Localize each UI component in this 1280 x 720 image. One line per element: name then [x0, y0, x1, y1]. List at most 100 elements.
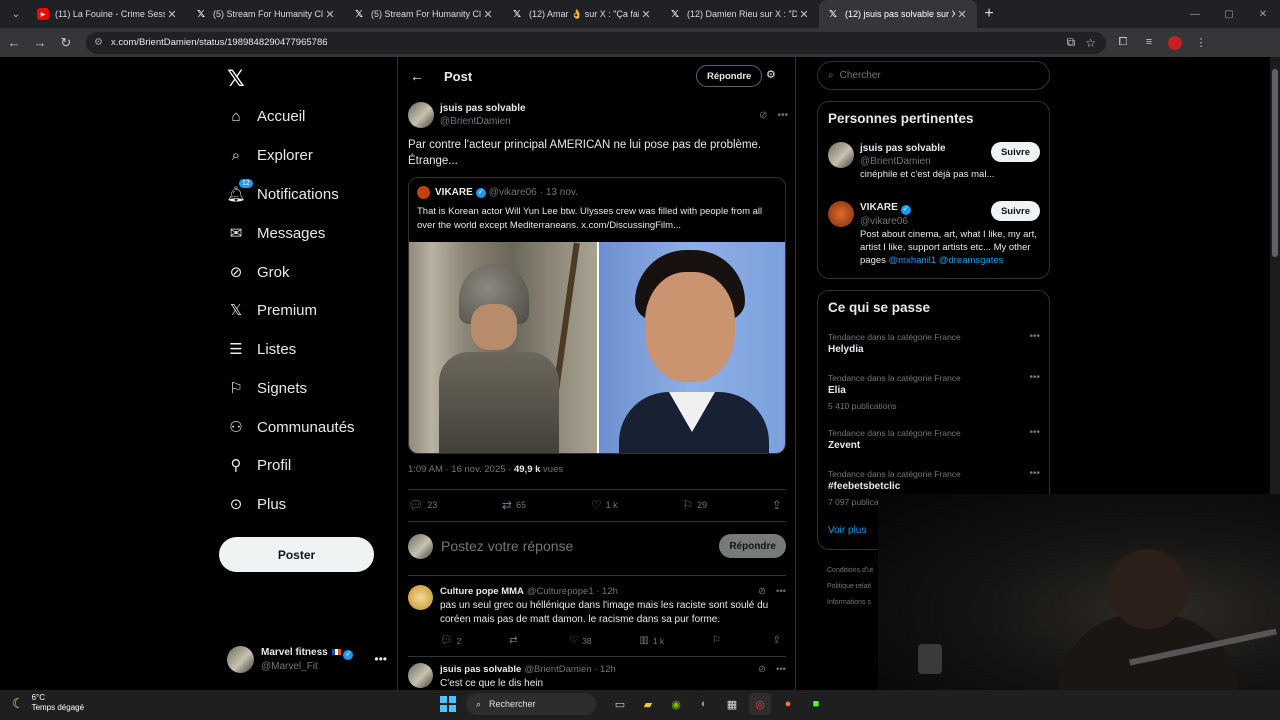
chrome-icon[interactable]: ◎	[749, 693, 771, 715]
more-icon[interactable]: •••	[777, 110, 788, 121]
task-view-icon[interactable]: ▭	[609, 693, 631, 715]
bookmark-action[interactable]: ⚐ 29	[682, 498, 707, 512]
nav-item-home[interactable]: ⌂ Accueil	[227, 103, 305, 129]
nav-item-explore[interactable]: ⌕ Explorer	[227, 142, 313, 168]
avatar[interactable]	[408, 102, 434, 128]
browser-tab[interactable]: 𝕏 (5) Stream For Humanity Clips s ✕	[345, 0, 503, 28]
person-handle[interactable]: @vikare06	[860, 215, 911, 228]
grok-icon[interactable]: ⊘	[758, 663, 766, 676]
nav-item-grok[interactable]: ⊘ Grok	[227, 259, 290, 285]
more-icon[interactable]: •••	[1029, 372, 1040, 383]
nav-item-profile[interactable]: ⚲ Profil	[227, 452, 292, 478]
relevant-person[interactable]: VIKARE ✓ @vikare06 Suivre Post about cin…	[828, 201, 1040, 267]
reply-action[interactable]: 💬︎ 23	[408, 498, 437, 512]
edge-icon[interactable]: ◐	[693, 693, 715, 715]
tab-close-icon[interactable]: ✕	[323, 8, 337, 21]
person-name[interactable]: VIKARE	[860, 202, 898, 213]
repost-action[interactable]: ⇄	[509, 635, 521, 646]
x-logo-icon[interactable]: 𝕏	[227, 66, 245, 92]
browser-tab[interactable]: 𝕏 (12) Damien Rieu sur X : "Dé-as ✕	[661, 0, 819, 28]
follow-button[interactable]: Suivre	[990, 201, 1040, 221]
footer-link[interactable]: Politique relati	[827, 579, 873, 595]
soldier-photo[interactable]	[409, 242, 597, 453]
avatar[interactable]	[828, 142, 854, 168]
back-arrow-icon[interactable]: ←	[410, 68, 424, 84]
avatar[interactable]	[408, 585, 433, 610]
follow-button[interactable]: Suivre	[990, 142, 1040, 162]
more-icon[interactable]: •••	[776, 663, 786, 676]
quote-media[interactable]	[409, 242, 785, 453]
tab-close-icon[interactable]: ✕	[797, 8, 811, 21]
grok-icon[interactable]: ⊘	[758, 585, 766, 598]
file-explorer-icon[interactable]: ▰	[637, 693, 659, 715]
author-name[interactable]: jsuis pas solvable	[440, 103, 526, 114]
address-bar[interactable]: ⚙ x.com/BrientDamien/status/198984829047…	[86, 31, 1106, 54]
account-switcher[interactable]: Marvel fitness ✓ @Marvel_Fit •••	[227, 644, 387, 674]
firefox-icon[interactable]: ●	[777, 693, 799, 715]
browser-menu-icon[interactable]: ⋮	[1188, 36, 1214, 50]
install-app-icon[interactable]: ⧉	[1067, 35, 1076, 50]
reply-post[interactable]: Culture pope MMA @Culturepope1 · 12h ⊘ •…	[408, 585, 786, 646]
grok-icon[interactable]: ⊘	[759, 110, 767, 121]
taskbar-search[interactable]: ⌕ Rechercher	[466, 693, 596, 715]
like-action[interactable]: ♡ 1 k	[591, 498, 618, 512]
reading-list-icon[interactable]: ≡	[1136, 36, 1162, 50]
reply-author-name[interactable]: jsuis pas solvable	[440, 663, 521, 676]
tab-close-icon[interactable]: ✕	[481, 8, 495, 21]
extensions-icon[interactable]: ⧠	[1110, 36, 1136, 50]
show-more-link[interactable]: Voir plus	[828, 525, 866, 536]
actor-portrait-photo[interactable]	[599, 242, 785, 453]
post-button[interactable]: Poster	[219, 537, 374, 572]
tab-search-chevron-icon[interactable]: ⌄	[3, 4, 29, 24]
minimize-icon[interactable]: —	[1178, 9, 1212, 20]
forward-arrow-icon[interactable]: →	[28, 31, 52, 55]
person-name[interactable]: jsuis pas solvable	[860, 143, 946, 154]
windows-start-icon[interactable]	[440, 696, 456, 712]
footer-link[interactable]: Informations s	[827, 595, 873, 611]
footer-link[interactable]: Conditions d'ut	[827, 563, 873, 579]
share-action[interactable]: ⇪	[773, 635, 785, 646]
nav-item-premium[interactable]: 𝕏 Premium	[227, 297, 317, 323]
post-time[interactable]: 1:09 AM · 16 nov. 2025 ·	[408, 464, 514, 475]
maximize-icon[interactable]: ▢	[1212, 9, 1246, 20]
browser-tab-active[interactable]: 𝕏 (12) jsuis pas solvable sur X : "P ✕	[819, 0, 977, 28]
reply-author-handle[interactable]: @BrientDamien · 12h	[524, 663, 616, 676]
profile-avatar-icon[interactable]	[1168, 35, 1182, 50]
nav-item-lists[interactable]: ☰ Listes	[227, 336, 296, 362]
quoted-post[interactable]: VIKARE ✓ @vikare06 · 13 nov. That is Kor…	[408, 177, 786, 454]
bookmark-star-icon[interactable]: ☆	[1085, 36, 1096, 50]
relevant-person[interactable]: jsuis pas solvable @BrientDamien Suivre …	[828, 142, 1040, 181]
tab-close-icon[interactable]: ✕	[955, 8, 969, 21]
nvidia-icon[interactable]: ◉	[665, 693, 687, 715]
site-info-icon[interactable]: ⚙	[94, 37, 103, 48]
reply-action[interactable]: 💬︎ 2	[440, 635, 461, 646]
reply-header-button[interactable]: Répondre	[696, 65, 763, 87]
kick-icon[interactable]: ■	[805, 693, 827, 715]
more-icon[interactable]: •••	[374, 652, 387, 666]
nav-item-notifications[interactable]: 🔔︎ 12 Notifications	[226, 179, 339, 207]
new-tab-icon[interactable]: +	[977, 5, 1001, 23]
reply-submit-button[interactable]: Répondre	[719, 534, 786, 558]
reply-input[interactable]: Postez votre réponse	[441, 538, 573, 554]
more-icon[interactable]: •••	[776, 585, 786, 598]
reload-icon[interactable]: ↻	[54, 31, 78, 55]
more-icon[interactable]: •••	[1029, 468, 1040, 479]
scrollbar-thumb[interactable]	[1272, 69, 1278, 257]
back-arrow-icon[interactable]: ←	[2, 31, 26, 55]
more-icon[interactable]: •••	[1029, 331, 1040, 342]
trend-item[interactable]: Tendance dans la catégorie France Helydi…	[828, 331, 1040, 357]
repost-action[interactable]: ⇄ 65	[502, 498, 526, 512]
more-icon[interactable]: •••	[1029, 427, 1040, 438]
bookmark-action[interactable]: ⚐	[712, 635, 725, 646]
reply-author-name[interactable]: Culture pope MMA	[440, 585, 524, 598]
reply-post[interactable]: jsuis pas solvable @BrientDamien · 12h ⊘…	[408, 663, 786, 690]
person-handle[interactable]: @BrientDamien	[860, 155, 946, 168]
tab-close-icon[interactable]: ✕	[639, 8, 653, 21]
reply-author-handle[interactable]: @Culturepope1 · 12h	[527, 585, 618, 598]
close-window-icon[interactable]: ✕	[1246, 9, 1280, 20]
weather-widget[interactable]: ☾ 6°C Temps dégagé	[12, 693, 84, 713]
store-icon[interactable]: ▦	[721, 693, 743, 715]
avatar[interactable]	[408, 663, 433, 688]
author-handle[interactable]: @BrientDamien	[440, 115, 526, 128]
bio-links[interactable]: @mxhanil1 @dreamsgates	[889, 255, 1004, 266]
